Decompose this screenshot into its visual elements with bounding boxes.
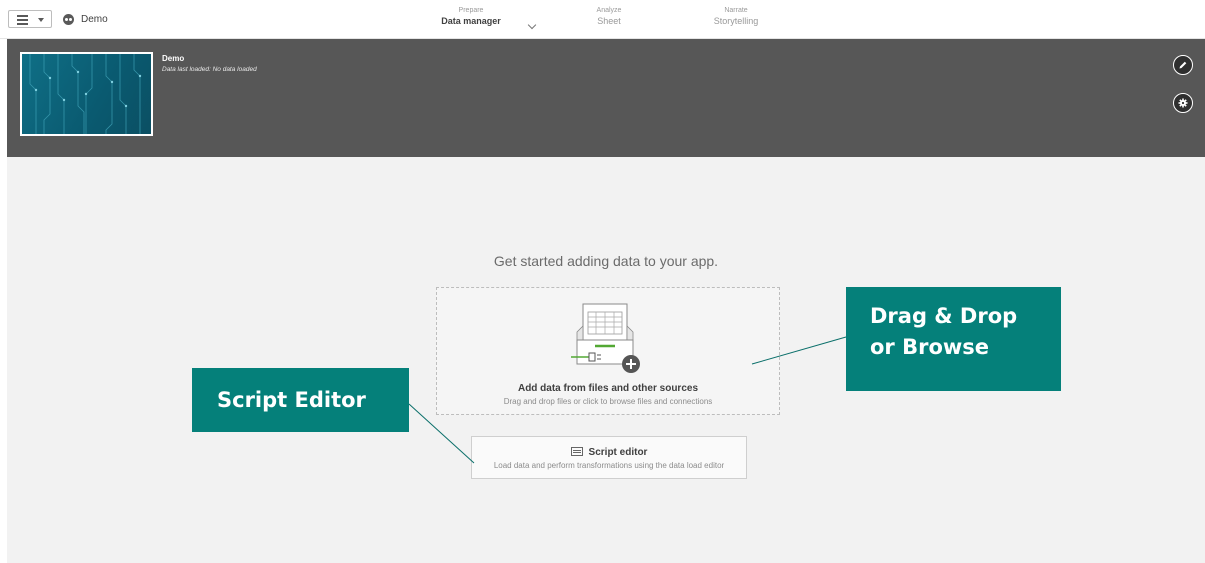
caret-down-icon	[38, 18, 44, 22]
edit-pencil-icon	[1179, 61, 1187, 69]
script-editor-button[interactable]: Script editor Load data and perform tran…	[471, 436, 747, 479]
nav-analyze-label: Sheet	[597, 16, 621, 26]
circuit-pattern-icon	[29, 54, 142, 134]
nav-prepare[interactable]: Prepare Data manager	[440, 6, 502, 27]
nav-narrate-label: Storytelling	[713, 16, 759, 26]
edit-button[interactable]	[1173, 55, 1193, 75]
global-menu-button[interactable]	[8, 10, 52, 28]
script-editor-title: Script editor	[588, 447, 648, 458]
app-header-band: Demo Data last loaded: No data loaded	[7, 39, 1205, 157]
settings-button[interactable]	[1173, 93, 1193, 113]
script-editor-subtitle: Load data and perform transformations us…	[493, 461, 725, 470]
app-name[interactable]: Demo	[81, 14, 108, 25]
nav-prepare-sub: Prepare	[458, 7, 484, 14]
add-data-subtitle: Drag and drop files or click to browse f…	[503, 397, 713, 406]
app-thumbnail	[20, 52, 153, 136]
chevron-down-icon[interactable]	[527, 20, 537, 30]
nav-narrate-sub: Narrate	[724, 7, 748, 14]
drag-drop-callout-line2: or Browse	[870, 335, 990, 359]
hamburger-menu-icon	[17, 15, 28, 27]
data-load-status: Data last loaded: No data loaded	[162, 66, 257, 73]
nav-narrate[interactable]: Narrate Storytelling	[700, 6, 772, 27]
drag-drop-callout-line1: Drag & Drop	[870, 304, 1018, 328]
settings-gear-icon	[1178, 98, 1188, 108]
script-editor-icon	[570, 446, 583, 456]
script-editor-heading: Script editor	[472, 446, 746, 458]
nav-analyze-sub: Analyze	[596, 7, 622, 14]
get-started-text: Get started adding data to your app.	[493, 253, 719, 269]
nav-analyze[interactable]: Analyze Sheet	[581, 6, 637, 27]
app-icon	[63, 14, 74, 25]
nav-prepare-label: Data manager	[441, 16, 501, 26]
script-editor-callout: Script Editor	[192, 368, 409, 432]
add-data-dropzone[interactable]: Add data from files and other sources Dr…	[436, 287, 780, 415]
add-data-illustration	[571, 303, 640, 373]
drag-drop-callout: Drag & Drop or Browse	[846, 287, 1061, 391]
add-data-title: Add data from files and other sources	[517, 383, 699, 394]
app-title: Demo	[162, 54, 185, 63]
top-toolbar: Demo Prepare Data manager Analyze Sheet …	[0, 0, 1205, 39]
